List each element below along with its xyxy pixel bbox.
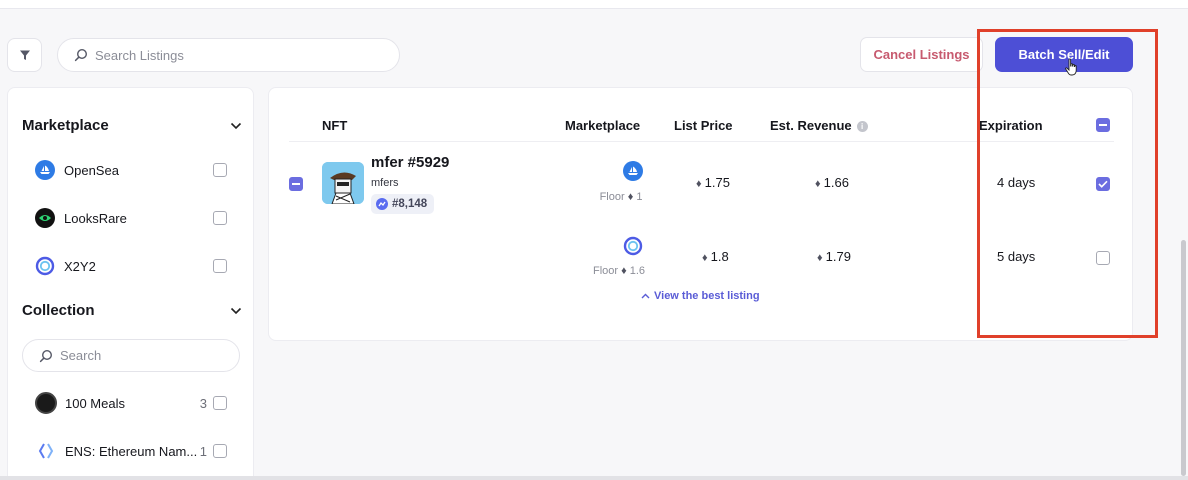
revenue-value: 1.79 xyxy=(825,249,851,264)
floor-price-1: Floor ♦ 1 xyxy=(599,191,643,203)
eth-icon: ♦ xyxy=(815,178,821,190)
marketplace-option-opensea[interactable]: OpenSea xyxy=(35,159,227,181)
marketplace-label: LooksRare xyxy=(64,210,127,226)
collection-count: 3 xyxy=(199,395,207,411)
collection-avatar xyxy=(35,392,57,414)
chevron-down-icon[interactable] xyxy=(230,307,242,315)
looksrare-checkbox[interactable] xyxy=(213,211,227,225)
ens-icon xyxy=(35,440,57,462)
filter-icon xyxy=(19,50,30,60)
eth-icon: ♦ xyxy=(696,178,702,190)
marketplace-label: X2Y2 xyxy=(64,258,96,274)
bottom-edge xyxy=(0,476,1188,480)
floor-value: 1.6 xyxy=(629,265,646,277)
rarity-rank: #8,148 xyxy=(392,198,428,210)
collection-checkbox[interactable] xyxy=(213,396,227,410)
opensea-icon xyxy=(623,161,643,181)
opensea-icon xyxy=(35,160,55,180)
x2y2-checkbox[interactable] xyxy=(213,259,227,273)
collection-option-100-meals[interactable]: 100 Meals 3 xyxy=(35,392,227,414)
view-best-listing-label: View the best listing xyxy=(654,290,760,302)
collection-checkbox[interactable] xyxy=(213,444,227,458)
search-icon xyxy=(74,48,88,62)
eth-icon: ♦ xyxy=(817,252,823,264)
search-icon xyxy=(39,349,53,362)
top-bar xyxy=(0,0,1188,9)
list-price-value: 1.8 xyxy=(710,249,729,264)
filter-sidebar: Marketplace OpenSea LooksRare X2Y2 Colle… xyxy=(7,87,254,480)
est-revenue-1: ♦ 1.66 xyxy=(815,175,849,190)
collection-section-header[interactable]: Collection xyxy=(22,302,242,319)
est-revenue-2: ♦ 1.79 xyxy=(817,249,851,264)
header-nft: NFT xyxy=(322,118,348,133)
x2y2-icon xyxy=(35,256,55,276)
opensea-checkbox[interactable] xyxy=(213,163,227,177)
filter-button[interactable] xyxy=(7,38,42,72)
marketplace-option-looksrare[interactable]: LooksRare xyxy=(35,207,227,229)
nft-collection[interactable]: mfers xyxy=(371,177,399,189)
collection-search-field[interactable] xyxy=(22,339,240,372)
rarity-icon xyxy=(376,198,388,210)
marketplace-label: OpenSea xyxy=(64,162,119,178)
marketplace-section-title: Marketplace xyxy=(22,117,109,134)
eth-icon: ♦ xyxy=(702,252,708,264)
view-best-listing-link[interactable]: View the best listing xyxy=(641,290,760,302)
header-list-price: List Price xyxy=(674,118,733,133)
search-listings-input[interactable] xyxy=(95,47,355,63)
annotation-highlight-box xyxy=(977,29,1158,338)
floor-label: Floor xyxy=(599,191,625,203)
x2y2-icon xyxy=(623,236,643,256)
revenue-value: 1.66 xyxy=(823,175,849,190)
header-marketplace: Marketplace xyxy=(565,118,641,133)
collection-count: 1 xyxy=(199,443,207,459)
list-price-2: ♦ 1.8 xyxy=(702,249,729,264)
eth-icon: ♦ xyxy=(621,265,627,277)
collection-option-ens[interactable]: ENS: Ethereum Nam... 1 xyxy=(35,440,227,462)
chevron-up-icon xyxy=(641,293,650,299)
nft-row-checkbox[interactable] xyxy=(289,177,303,191)
collection-label: ENS: Ethereum Nam... xyxy=(65,443,198,459)
nft-thumbnail[interactable] xyxy=(322,162,364,204)
list-price-1: ♦ 1.75 xyxy=(696,175,730,190)
marketplace-section-header[interactable]: Marketplace xyxy=(22,117,242,134)
cancel-listings-button[interactable]: Cancel Listings xyxy=(860,37,983,72)
floor-value: 1 xyxy=(636,191,643,203)
chevron-down-icon[interactable] xyxy=(230,122,242,130)
search-listings-field[interactable] xyxy=(57,38,400,72)
collection-label: 100 Meals xyxy=(65,395,125,411)
header-est-revenue: Est. Revenue i xyxy=(770,118,868,133)
floor-label: Floor xyxy=(592,265,619,277)
list-price-value: 1.75 xyxy=(704,175,730,190)
floor-price-2: Floor ♦ 1.6 xyxy=(591,265,647,277)
collection-section-title: Collection xyxy=(22,302,95,319)
header-est-revenue-label: Est. Revenue xyxy=(770,118,852,133)
collection-search-input[interactable] xyxy=(60,348,210,363)
looksrare-icon xyxy=(35,208,55,228)
eth-icon: ♦ xyxy=(627,191,634,203)
rarity-rank-badge: #8,148 xyxy=(371,194,435,214)
nft-name[interactable]: mfer #5929 xyxy=(371,154,449,171)
scrollbar[interactable] xyxy=(1181,240,1186,476)
marketplace-option-x2y2[interactable]: X2Y2 xyxy=(35,255,227,277)
info-icon[interactable]: i xyxy=(856,121,868,133)
